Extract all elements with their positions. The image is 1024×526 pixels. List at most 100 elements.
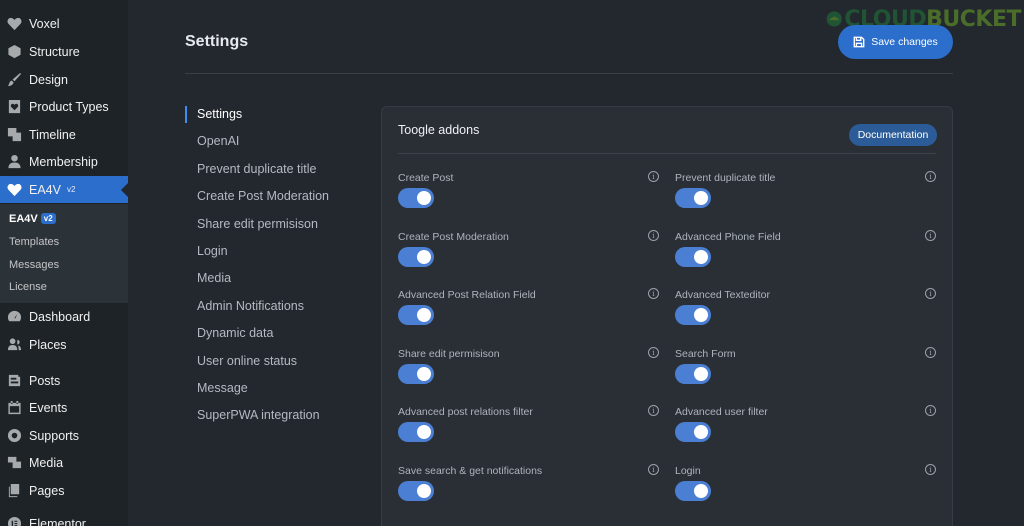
addon-label: Search Form	[675, 348, 736, 360]
addon-toggle[interactable]	[675, 481, 711, 501]
toggle-knob	[417, 250, 431, 264]
sidebar-item-media[interactable]: Media	[0, 449, 128, 476]
voxel-heart-icon	[7, 16, 22, 31]
sidebar-item-structure[interactable]: Structure	[0, 38, 128, 65]
submenu-item-messages[interactable]: Messages	[9, 259, 59, 271]
addon-toggle[interactable]	[398, 188, 434, 208]
sidebar-item-label: Elementor	[29, 516, 86, 526]
toggle-knob	[694, 250, 708, 264]
info-icon[interactable]: i	[925, 288, 936, 299]
nav-item-media[interactable]: Media	[197, 271, 231, 285]
nav-item-login[interactable]: Login	[197, 244, 228, 258]
info-icon[interactable]: i	[648, 464, 659, 475]
addon-advanced-post-relations-filter: Advanced post relations filter i	[398, 405, 659, 456]
addon-toggle[interactable]	[675, 247, 711, 267]
info-icon[interactable]: i	[648, 405, 659, 416]
sidebar-item-label: Events	[29, 400, 68, 415]
addon-toggle[interactable]	[398, 422, 434, 442]
addon-label: Create Post Moderation	[398, 231, 509, 243]
sidebar-item-label: Posts	[29, 373, 61, 388]
nav-item-settings[interactable]: Settings	[197, 107, 242, 121]
user-icon	[7, 154, 22, 169]
info-icon[interactable]: i	[648, 171, 659, 182]
toggle-knob	[694, 367, 708, 381]
sidebar-item-timeline[interactable]: Timeline	[0, 121, 128, 148]
addon-toggle[interactable]	[398, 305, 434, 325]
sidebar-item-design[interactable]: Design	[0, 66, 128, 93]
sidebar-item-label: Media	[29, 455, 64, 470]
sidebar-item-membership[interactable]: Membership	[0, 148, 128, 175]
addon-advanced-texteditor: Advanced Texteditor i	[675, 288, 936, 339]
sidebar-item-pages[interactable]: Pages	[0, 477, 128, 504]
sidebar-item-elementor[interactable]: Elementor	[0, 510, 128, 526]
toggle-knob	[694, 425, 708, 439]
sidebar-item-voxel[interactable]: Voxel	[0, 10, 128, 37]
sidebar-item-label: Dashboard	[29, 309, 91, 324]
voxel-heart-icon	[7, 182, 22, 197]
sidebar-item-product-types[interactable]: Product Types	[0, 93, 128, 120]
addon-toggle[interactable]	[398, 247, 434, 267]
nav-active-indicator	[185, 106, 187, 123]
addon-toggle[interactable]	[675, 305, 711, 325]
addon-toggle[interactable]	[398, 481, 434, 501]
addon-label: Prevent duplicate title	[675, 172, 776, 184]
documentation-button[interactable]: Documentation	[849, 124, 937, 146]
info-icon[interactable]: i	[925, 347, 936, 358]
addon-create-post-moderation: Create Post Moderation i	[398, 230, 659, 281]
addon-label: Save search & get notifications	[398, 465, 543, 477]
sidebar-item-dashboard[interactable]: Dashboard	[0, 303, 128, 330]
nav-item-share-edit-permission[interactable]: Share edit permisison	[197, 217, 318, 231]
nav-item-openai[interactable]: OpenAI	[197, 134, 239, 148]
cloud-bucket-logo-icon	[826, 11, 842, 27]
toggle-knob	[417, 308, 431, 322]
sidebar-item-ea4v[interactable]: EA4V v2	[0, 176, 128, 203]
header-divider	[185, 73, 953, 74]
nav-item-dynamic-data[interactable]: Dynamic data	[197, 326, 273, 340]
addon-share-edit-permission: Share edit permisison i	[398, 347, 659, 398]
submenu-item-ea4v[interactable]: EA4V v2	[9, 213, 56, 225]
nav-item-create-post-moderation[interactable]: Create Post Moderation	[197, 189, 329, 203]
support-icon	[7, 428, 22, 443]
addon-toggle[interactable]	[675, 364, 711, 384]
nav-item-user-online-status[interactable]: User online status	[197, 354, 297, 368]
nav-item-message[interactable]: Message	[197, 381, 248, 395]
info-icon[interactable]: i	[648, 230, 659, 241]
addon-toggle[interactable]	[675, 188, 711, 208]
sidebar-item-label: Product Types	[29, 99, 109, 114]
info-icon[interactable]: i	[925, 464, 936, 475]
sidebar-item-places[interactable]: Places	[0, 331, 128, 358]
info-icon[interactable]: i	[648, 288, 659, 299]
save-changes-button[interactable]: Save changes	[838, 25, 953, 59]
panel-title: Toogle addons	[398, 123, 480, 137]
sidebar-item-label: Places	[29, 337, 67, 352]
info-icon[interactable]: i	[648, 347, 659, 358]
addon-toggle[interactable]	[675, 422, 711, 442]
admin-sidebar: Voxel Structure Design Product Types Tim…	[0, 0, 128, 526]
addon-label: Advanced user filter	[675, 406, 768, 418]
sidebar-item-supports[interactable]: Supports	[0, 422, 128, 449]
addon-toggle[interactable]	[398, 364, 434, 384]
submenu-item-license[interactable]: License	[9, 281, 47, 293]
addon-advanced-post-relation-field: Advanced Post Relation Field i	[398, 288, 659, 339]
panel-divider	[398, 153, 936, 154]
info-icon[interactable]: i	[925, 405, 936, 416]
sidebar-item-label: Structure	[29, 44, 80, 59]
addon-label: Create Post	[398, 172, 454, 184]
toggle-addons-panel: Toogle addons Documentation Create Post …	[381, 106, 953, 526]
sidebar-item-events[interactable]: Events	[0, 394, 128, 421]
submenu-item-templates[interactable]: Templates	[9, 236, 59, 248]
nav-item-admin-notifications[interactable]: Admin Notifications	[197, 299, 304, 313]
heart-box-icon	[7, 99, 22, 114]
addon-label: Login	[675, 465, 701, 477]
addon-label: Advanced post relations filter	[398, 406, 533, 418]
info-icon[interactable]: i	[925, 230, 936, 241]
page-title: Settings	[185, 33, 249, 50]
cube-icon	[7, 44, 22, 59]
nav-item-superpwa-integration[interactable]: SuperPWA integration	[197, 408, 320, 422]
ea4v-submenu: EA4V v2 Templates Messages License	[0, 204, 128, 303]
nav-item-prevent-duplicate-title[interactable]: Prevent duplicate title	[197, 162, 317, 176]
addon-search-form: Search Form i	[675, 347, 936, 398]
info-icon[interactable]: i	[925, 171, 936, 182]
sidebar-item-posts[interactable]: Posts	[0, 367, 128, 394]
toggle-knob	[417, 367, 431, 381]
